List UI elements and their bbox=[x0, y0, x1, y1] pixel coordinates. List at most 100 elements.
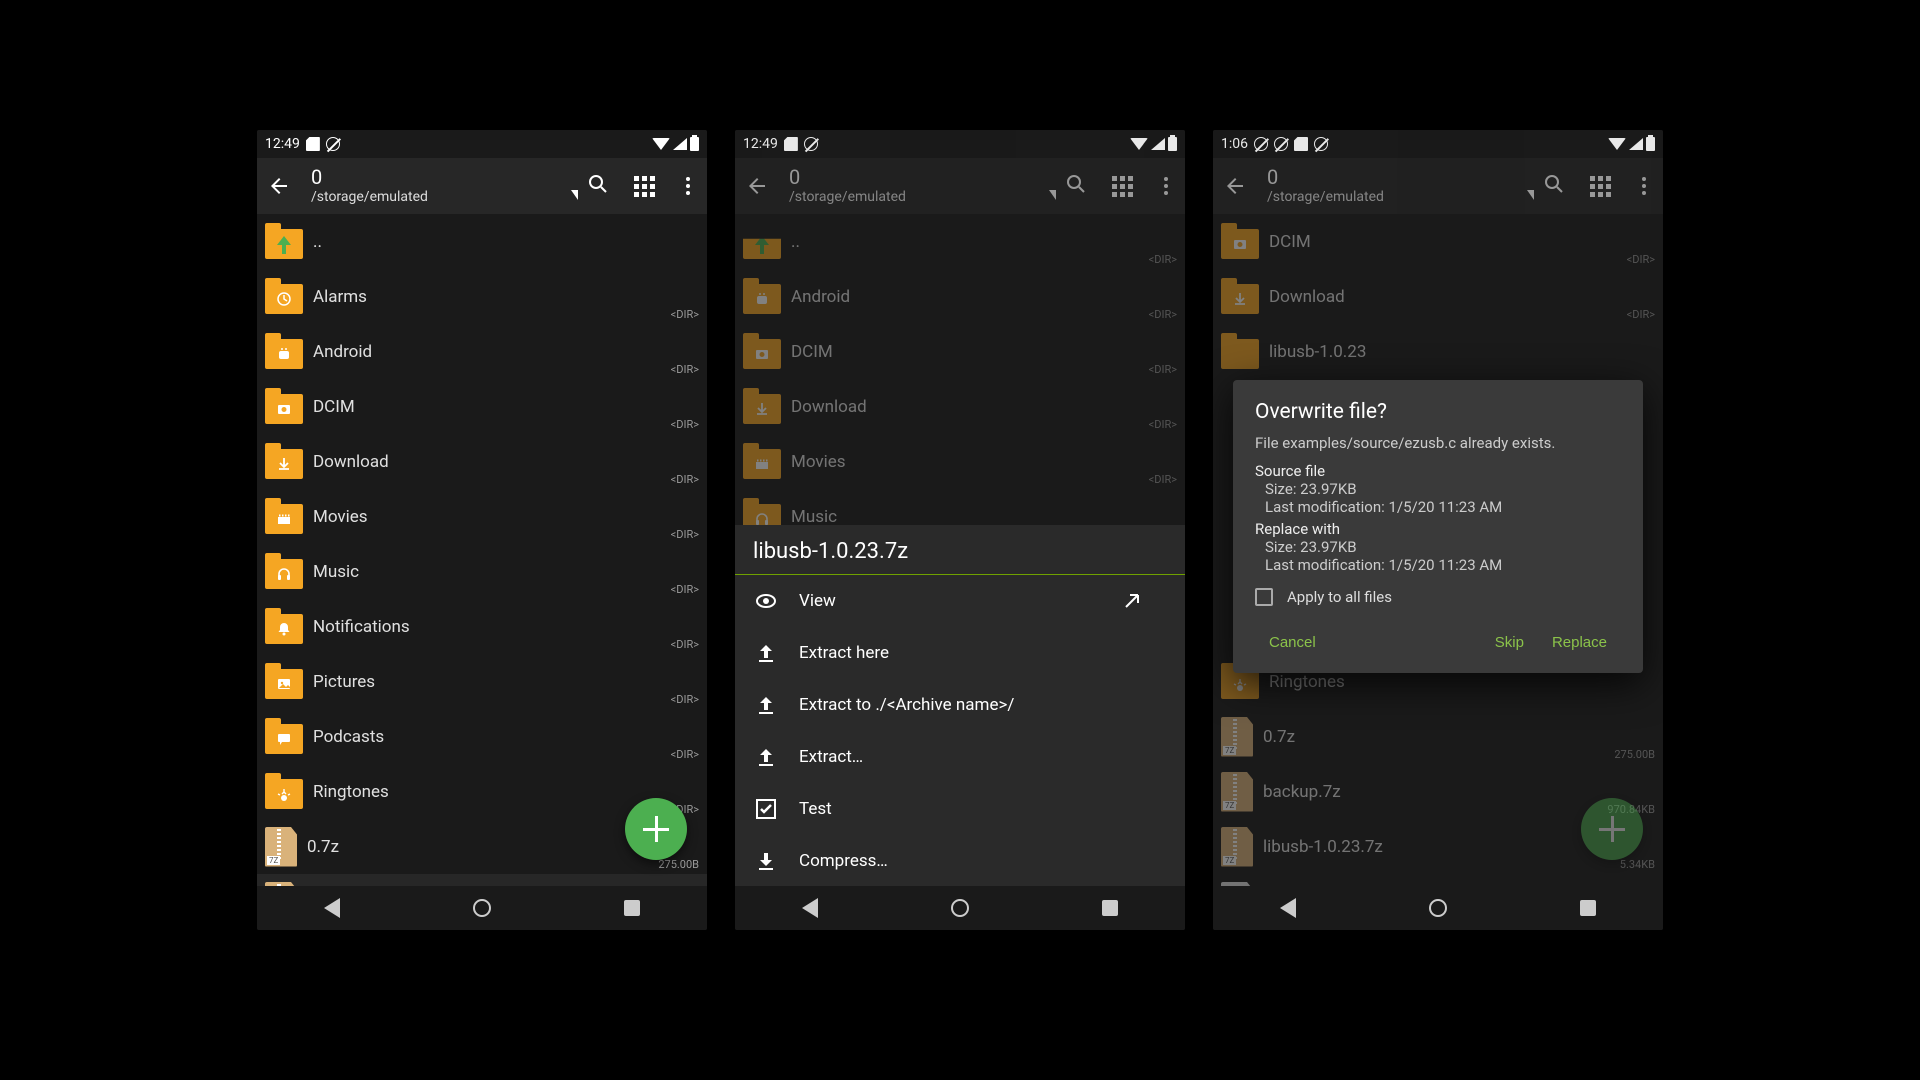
dropdown-indicator-icon[interactable] bbox=[571, 190, 578, 200]
back-button[interactable] bbox=[1223, 174, 1247, 198]
file-row[interactable]: Pictures <DIR> bbox=[257, 654, 707, 709]
file-meta: 5.34KB bbox=[1620, 858, 1655, 871]
file-row[interactable]: Android <DIR> bbox=[257, 324, 707, 379]
back-button[interactable] bbox=[745, 174, 769, 198]
file-meta: <DIR> bbox=[1149, 253, 1177, 266]
status-bar: 12:49 bbox=[735, 130, 1185, 158]
file-name: 0.7z bbox=[307, 837, 339, 857]
view-grid-button[interactable] bbox=[1112, 176, 1133, 197]
overflow-menu-button[interactable] bbox=[679, 177, 697, 195]
overflow-menu-button[interactable] bbox=[1635, 177, 1653, 195]
context-menu: libusb-1.0.23.7z View Extract here Extra… bbox=[735, 525, 1185, 887]
apply-all-row[interactable]: Apply to all files bbox=[1255, 588, 1621, 606]
cancel-button[interactable]: Cancel bbox=[1255, 626, 1330, 659]
apply-all-checkbox[interactable] bbox=[1255, 588, 1273, 606]
nav-recent-button[interactable] bbox=[1102, 900, 1118, 916]
file-row[interactable]: Notifications <DIR> bbox=[257, 599, 707, 654]
context-menu-item[interactable]: Extract… bbox=[735, 731, 1185, 783]
back-button[interactable] bbox=[267, 174, 291, 198]
file-name: .. bbox=[791, 232, 800, 252]
nav-home-button[interactable] bbox=[1429, 899, 1447, 917]
context-menu-item[interactable]: Extract to ./<Archive name>/ bbox=[735, 679, 1185, 731]
context-menu-item[interactable]: Test bbox=[735, 783, 1185, 835]
fab-add-button[interactable] bbox=[1581, 798, 1643, 860]
battery-icon bbox=[1168, 137, 1177, 151]
nav-home-button[interactable] bbox=[473, 899, 491, 917]
file-name: libusb-1.0.23 bbox=[1269, 342, 1366, 362]
nav-home-button[interactable] bbox=[951, 899, 969, 917]
file-name: Alarms bbox=[313, 287, 367, 307]
file-row[interactable]: .. bbox=[257, 214, 707, 269]
file-row[interactable]: Music <DIR> bbox=[257, 544, 707, 599]
overflow-menu-button[interactable] bbox=[1157, 177, 1175, 195]
replace-button[interactable]: Replace bbox=[1538, 626, 1621, 659]
signal-icon bbox=[1629, 138, 1643, 150]
file-row[interactable]: Podcasts <DIR> bbox=[257, 709, 707, 764]
file-row[interactable]: Movies <DIR> bbox=[257, 489, 707, 544]
file-name: Android bbox=[791, 287, 850, 307]
context-menu-item[interactable]: Extract here bbox=[735, 627, 1185, 679]
nav-back-button[interactable] bbox=[324, 898, 340, 918]
file-list[interactable]: .. Alarms <DIR> Android <DIR> DCIM <DIR>… bbox=[257, 214, 707, 886]
file-row[interactable]: Download <DIR> bbox=[735, 379, 1185, 434]
nav-back-button[interactable] bbox=[802, 898, 818, 918]
nav-bar bbox=[1213, 886, 1663, 930]
file-name: Ringtones bbox=[313, 782, 389, 802]
search-button[interactable] bbox=[1542, 172, 1566, 200]
replace-modified: Last modification: 1/5/20 11:23 AM bbox=[1265, 556, 1621, 574]
context-menu-item[interactable]: Compress… bbox=[735, 835, 1185, 887]
file-meta: <DIR> bbox=[671, 528, 699, 541]
file-name: Pictures bbox=[313, 672, 375, 692]
signal-icon bbox=[673, 138, 687, 150]
nav-recent-button[interactable] bbox=[624, 900, 640, 916]
dropdown-indicator-icon[interactable] bbox=[1049, 190, 1056, 200]
file-row[interactable]: DCIM <DIR> bbox=[257, 379, 707, 434]
file-row[interactable]: Download <DIR> bbox=[257, 434, 707, 489]
file-row[interactable]: Movies <DIR> bbox=[735, 434, 1185, 489]
file-row[interactable]: .. <DIR> bbox=[735, 214, 1185, 269]
file-row[interactable]: DCIM <DIR> bbox=[1213, 214, 1663, 269]
file-row[interactable]: Download <DIR> bbox=[1213, 269, 1663, 324]
file-row[interactable]: Android <DIR> bbox=[735, 269, 1185, 324]
clock: 1:06 bbox=[1221, 136, 1248, 152]
clock: 12:49 bbox=[265, 136, 300, 152]
file-meta: 275.00B bbox=[658, 858, 699, 871]
file-name: .. bbox=[313, 232, 322, 252]
file-row[interactable]: 0.7z 275.00B bbox=[1213, 709, 1663, 764]
dropdown-indicator-icon[interactable] bbox=[1527, 190, 1534, 200]
fab-add-button[interactable] bbox=[625, 798, 687, 860]
file-row[interactable]: Alarms <DIR> bbox=[257, 269, 707, 324]
path-title: 0 bbox=[789, 167, 1043, 187]
skip-button[interactable]: Skip bbox=[1481, 626, 1538, 659]
file-row[interactable]: Podcasts.txt 90.00B bbox=[1213, 874, 1663, 886]
file-meta: <DIR> bbox=[671, 418, 699, 431]
status-bar: 1:06 bbox=[1213, 130, 1663, 158]
view-grid-button[interactable] bbox=[634, 176, 655, 197]
status-icon bbox=[1254, 137, 1268, 151]
context-menu-label: Extract here bbox=[799, 643, 889, 663]
source-modified: Last modification: 1/5/20 11:23 AM bbox=[1265, 498, 1621, 516]
status-icon bbox=[1314, 137, 1328, 151]
nav-recent-button[interactable] bbox=[1580, 900, 1596, 916]
status-icon bbox=[804, 137, 818, 151]
file-name: Movies bbox=[313, 507, 368, 527]
app-bar: 0 /storage/emulated bbox=[735, 158, 1185, 214]
search-button[interactable] bbox=[1064, 172, 1088, 200]
file-row[interactable]: libusb-1.0.23 bbox=[1213, 324, 1663, 379]
source-size: Size: 23.97KB bbox=[1265, 480, 1621, 498]
file-row[interactable]: libusb-1.0.23.7z 970.34KB bbox=[257, 874, 707, 886]
file-row[interactable]: DCIM <DIR> bbox=[735, 324, 1185, 379]
view-grid-button[interactable] bbox=[1590, 176, 1611, 197]
dialog-title: Overwrite file? bbox=[1255, 400, 1621, 424]
file-name: Music bbox=[791, 507, 837, 527]
file-name: Movies bbox=[791, 452, 846, 472]
nav-back-button[interactable] bbox=[1280, 898, 1296, 918]
wifi-icon bbox=[1608, 138, 1626, 150]
dialog-message: File examples/source/ezusb.c already exi… bbox=[1255, 434, 1621, 452]
file-name: DCIM bbox=[791, 342, 833, 362]
file-meta: <DIR> bbox=[1627, 308, 1655, 321]
status-icon bbox=[784, 137, 798, 151]
search-button[interactable] bbox=[586, 172, 610, 200]
context-menu-item[interactable]: View bbox=[735, 575, 1185, 627]
clock: 12:49 bbox=[743, 136, 778, 152]
